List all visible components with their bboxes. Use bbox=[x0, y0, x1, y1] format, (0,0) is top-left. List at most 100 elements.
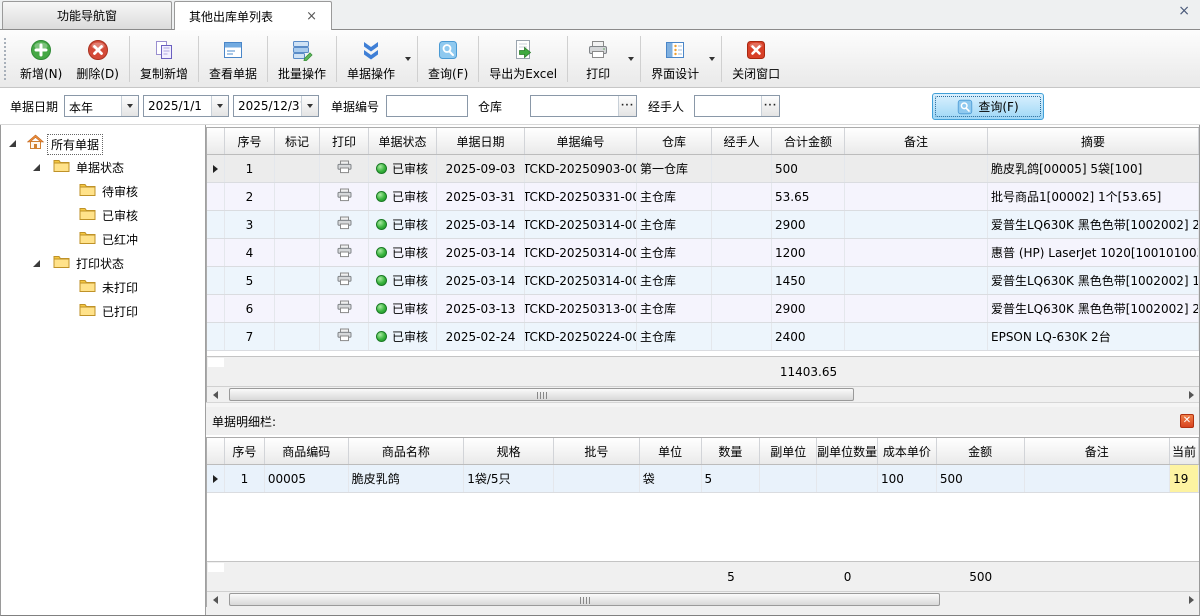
document-actions-button[interactable]: 单据操作 bbox=[340, 34, 402, 84]
printer-icon[interactable] bbox=[337, 244, 352, 261]
printer-icon[interactable] bbox=[337, 188, 352, 205]
query-button[interactable]: 查询(F) bbox=[421, 34, 475, 84]
column-header[interactable]: 打印 bbox=[320, 128, 369, 154]
search-submit-button[interactable]: 查询(F) bbox=[932, 93, 1044, 120]
tree-expander-icon[interactable] bbox=[33, 164, 40, 171]
code-filter-input[interactable] bbox=[386, 95, 468, 117]
export-excel-button[interactable]: 导出为Excel bbox=[482, 34, 564, 84]
warehouse-lookup-input[interactable] bbox=[531, 96, 618, 116]
column-header[interactable]: 数量 bbox=[702, 438, 761, 464]
table-row[interactable]: 100005脆皮乳鸽1袋/5只袋510050019 bbox=[207, 465, 1199, 493]
tree-item-打印状态[interactable]: 打印状态 bbox=[1, 251, 205, 275]
table-row[interactable]: 4已审核2025-03-14QTCKD-20250314-000主仓库1200惠… bbox=[207, 239, 1199, 267]
column-header[interactable]: 当前 bbox=[1170, 438, 1199, 464]
column-header[interactable]: 单据编号 bbox=[525, 128, 637, 154]
date-to-picker[interactable]: 2025/12/31 bbox=[233, 95, 319, 117]
column-header[interactable]: 备注 bbox=[1025, 438, 1171, 464]
chevron-down-icon[interactable] bbox=[121, 96, 138, 116]
cell-summary: 批号商品1[00002] 1个[53.65] bbox=[988, 183, 1199, 210]
table-row[interactable]: 6已审核2025-03-13QTCKD-20250313-000主仓库2900爱… bbox=[207, 295, 1199, 323]
tree-item-单据状态[interactable]: 单据状态 bbox=[1, 155, 205, 179]
table-row[interactable]: 1已审核2025-09-03QTCKD-20250903-000第一仓库500脆… bbox=[207, 155, 1199, 183]
detail-close-icon[interactable]: ✕ bbox=[1180, 414, 1194, 428]
table-row[interactable]: 3已审核2025-03-14QTCKD-20250314-000主仓库2900爱… bbox=[207, 211, 1199, 239]
printer-icon[interactable] bbox=[337, 216, 352, 233]
printer-icon[interactable] bbox=[337, 328, 352, 345]
printer-icon[interactable] bbox=[337, 272, 352, 289]
column-header[interactable]: 批号 bbox=[554, 438, 640, 464]
cell-summary: 脆皮乳鸽[00005] 5袋[100] bbox=[988, 155, 1199, 182]
column-header[interactable]: 合计金额 bbox=[772, 128, 845, 154]
scroll-left-icon[interactable] bbox=[207, 387, 223, 402]
column-header[interactable]: 规格 bbox=[464, 438, 554, 464]
tree-item-未打印[interactable]: 未打印 bbox=[1, 275, 205, 299]
column-header[interactable]: 序号 bbox=[225, 438, 265, 464]
date-from-picker[interactable]: 2025/1/1 bbox=[143, 95, 229, 117]
handler-lookup-input[interactable] bbox=[695, 96, 761, 116]
table-row[interactable]: 2已审核2025-03-31QTCKD-20250331-000主仓库53.65… bbox=[207, 183, 1199, 211]
cell-seq: 4 bbox=[225, 239, 275, 266]
scrollbar-thumb[interactable] bbox=[229, 593, 940, 606]
scroll-left-icon[interactable] bbox=[207, 592, 223, 607]
copy-new-button[interactable]: 复制新增 bbox=[133, 34, 195, 84]
grid-header-row: 序号商品编码商品名称规格批号单位数量副单位副单位数量成本单价金额备注当前 bbox=[207, 438, 1199, 465]
column-header[interactable]: 成本单价 bbox=[878, 438, 937, 464]
ellipsis-lookup-icon[interactable]: ··· bbox=[761, 96, 779, 116]
column-header[interactable]: 副单位 bbox=[760, 438, 817, 464]
cell-seq: 2 bbox=[225, 183, 275, 210]
tree-item-已审核[interactable]: 已审核 bbox=[1, 203, 205, 227]
print-button[interactable]: 打印 bbox=[571, 34, 625, 84]
column-header[interactable]: 经手人 bbox=[712, 128, 772, 154]
chevron-down-icon[interactable] bbox=[211, 96, 228, 116]
column-header[interactable]: 备注 bbox=[845, 128, 988, 154]
print-dropdown[interactable] bbox=[625, 34, 637, 84]
table-row[interactable]: 7已审核2025-02-24QTCKD-20250224-000主仓库2400E… bbox=[207, 323, 1199, 351]
column-header[interactable]: 商品名称 bbox=[349, 438, 465, 464]
panel-close-icon[interactable]: × bbox=[1178, 4, 1190, 18]
document-actions-dropdown[interactable] bbox=[402, 34, 414, 84]
tree-item-已红冲[interactable]: 已红冲 bbox=[1, 227, 205, 251]
column-header[interactable]: 摘要 bbox=[988, 128, 1199, 154]
printer-icon[interactable] bbox=[337, 300, 352, 317]
column-header[interactable]: 金额 bbox=[937, 438, 1025, 464]
horizontal-scrollbar[interactable] bbox=[207, 386, 1199, 402]
ui-design-button[interactable]: 界面设计 bbox=[644, 34, 706, 84]
column-header[interactable]: 标记 bbox=[275, 128, 320, 154]
ellipsis-lookup-icon[interactable]: ··· bbox=[618, 96, 636, 116]
new-button[interactable]: 新增(N) bbox=[13, 34, 69, 84]
batch-operations-button[interactable]: 批量操作 bbox=[271, 34, 333, 84]
chevron-down-icon[interactable] bbox=[301, 96, 318, 116]
tree-expander-icon[interactable] bbox=[9, 140, 16, 147]
tree-item-待审核[interactable]: 待审核 bbox=[1, 179, 205, 203]
status-text: 已审核 bbox=[392, 300, 428, 317]
toolbar-grip-handle[interactable] bbox=[4, 38, 9, 80]
column-header[interactable]: 商品编码 bbox=[265, 438, 349, 464]
tree-item-所有单据[interactable]: 所有单据 bbox=[1, 131, 205, 155]
scrollbar-thumb[interactable] bbox=[229, 388, 854, 401]
column-header[interactable]: 副单位数量 bbox=[817, 438, 878, 464]
delete-icon bbox=[87, 38, 109, 62]
column-header[interactable]: 单位 bbox=[640, 438, 702, 464]
printer-icon[interactable] bbox=[337, 160, 352, 177]
view-document-button[interactable]: 查看单据 bbox=[202, 34, 264, 84]
delete-button[interactable]: 删除(D) bbox=[69, 34, 126, 84]
tab-other-outbound-list[interactable]: 其他出库单列表 × bbox=[174, 1, 332, 30]
cell-handler bbox=[712, 211, 772, 238]
tab-close-icon[interactable]: × bbox=[306, 10, 317, 23]
column-header[interactable]: 单据日期 bbox=[437, 128, 525, 154]
column-header[interactable]: 序号 bbox=[225, 128, 275, 154]
toolbar-separator bbox=[198, 36, 199, 82]
scroll-right-icon[interactable] bbox=[1183, 592, 1199, 607]
scroll-right-icon[interactable] bbox=[1183, 387, 1199, 402]
column-header[interactable]: 仓库 bbox=[637, 128, 712, 154]
horizontal-scrollbar[interactable] bbox=[207, 591, 1199, 607]
table-row[interactable]: 5已审核2025-03-14QTCKD-20250314-000主仓库1450爱… bbox=[207, 267, 1199, 295]
tree-item-已打印[interactable]: 已打印 bbox=[1, 299, 205, 323]
column-header[interactable]: 单据状态 bbox=[369, 128, 437, 154]
period-select[interactable]: 本年 bbox=[64, 95, 139, 117]
tree-expander-icon[interactable] bbox=[33, 260, 40, 267]
cell-handler bbox=[712, 267, 772, 294]
close-window-button[interactable]: 关闭窗口 bbox=[725, 34, 787, 84]
ui-design-dropdown[interactable] bbox=[706, 34, 718, 84]
tab-nav-panel[interactable]: 功能导航窗 bbox=[2, 1, 172, 29]
